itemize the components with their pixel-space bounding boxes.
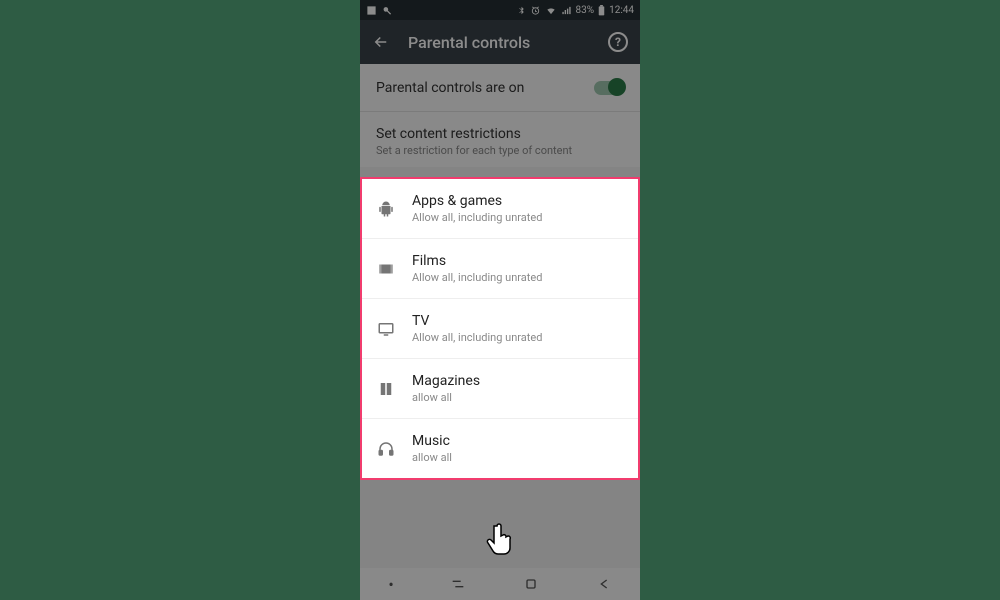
- film-icon: [376, 259, 396, 279]
- item-title: TV: [412, 313, 624, 329]
- section-title: Set content restrictions: [376, 126, 624, 142]
- alarm-icon: [530, 5, 541, 16]
- signal-icon: [561, 5, 572, 16]
- list-item-tv[interactable]: TV Allow all, including unrated: [362, 299, 638, 359]
- item-title: Music: [412, 433, 624, 449]
- page-title: Parental controls: [408, 33, 590, 52]
- wrench-icon: [381, 5, 392, 16]
- section-header: Set content restrictions Set a restricti…: [360, 112, 640, 167]
- nav-bar: •: [360, 568, 640, 600]
- toggle-row[interactable]: Parental controls are on: [360, 64, 640, 112]
- restrictions-list: Apps & games Allow all, including unrate…: [360, 177, 640, 480]
- wifi-icon: [545, 5, 557, 16]
- item-sub: Allow all, including unrated: [412, 271, 624, 284]
- clock-text: 12:44: [609, 5, 634, 16]
- magazine-icon: [376, 379, 396, 399]
- help-icon[interactable]: ?: [608, 32, 628, 52]
- item-title: Films: [412, 253, 624, 269]
- app-bar: Parental controls ?: [360, 20, 640, 64]
- nav-recent-icon[interactable]: [450, 576, 466, 592]
- image-icon: [366, 5, 377, 16]
- toggle-label: Parental controls are on: [376, 80, 524, 96]
- android-icon: [376, 199, 396, 219]
- cursor-hand-icon: [483, 520, 517, 560]
- nav-back-icon[interactable]: [596, 576, 612, 592]
- back-icon[interactable]: [372, 33, 390, 51]
- item-title: Magazines: [412, 373, 624, 389]
- section-subtitle: Set a restriction for each type of conte…: [376, 144, 624, 157]
- nav-dot-icon: •: [388, 575, 393, 594]
- bluetooth-icon: [517, 5, 526, 16]
- battery-icon: [598, 5, 605, 16]
- nav-home-icon[interactable]: [523, 576, 539, 592]
- phone-frame: 83% 12:44 Parental controls ? Parental c…: [360, 0, 640, 600]
- item-title: Apps & games: [412, 193, 624, 209]
- item-sub: allow all: [412, 391, 624, 404]
- status-bar: 83% 12:44: [360, 0, 640, 20]
- list-item-magazines[interactable]: Magazines allow all: [362, 359, 638, 419]
- item-sub: Allow all, including unrated: [412, 331, 624, 344]
- list-item-music[interactable]: Music allow all: [362, 419, 638, 478]
- headphones-icon: [376, 439, 396, 459]
- item-sub: allow all: [412, 451, 624, 464]
- item-sub: Allow all, including unrated: [412, 211, 624, 224]
- list-item-films[interactable]: Films Allow all, including unrated: [362, 239, 638, 299]
- toggle-switch[interactable]: [594, 81, 624, 95]
- list-item-apps[interactable]: Apps & games Allow all, including unrate…: [362, 179, 638, 239]
- tv-icon: [376, 319, 396, 339]
- battery-text: 83%: [576, 5, 595, 16]
